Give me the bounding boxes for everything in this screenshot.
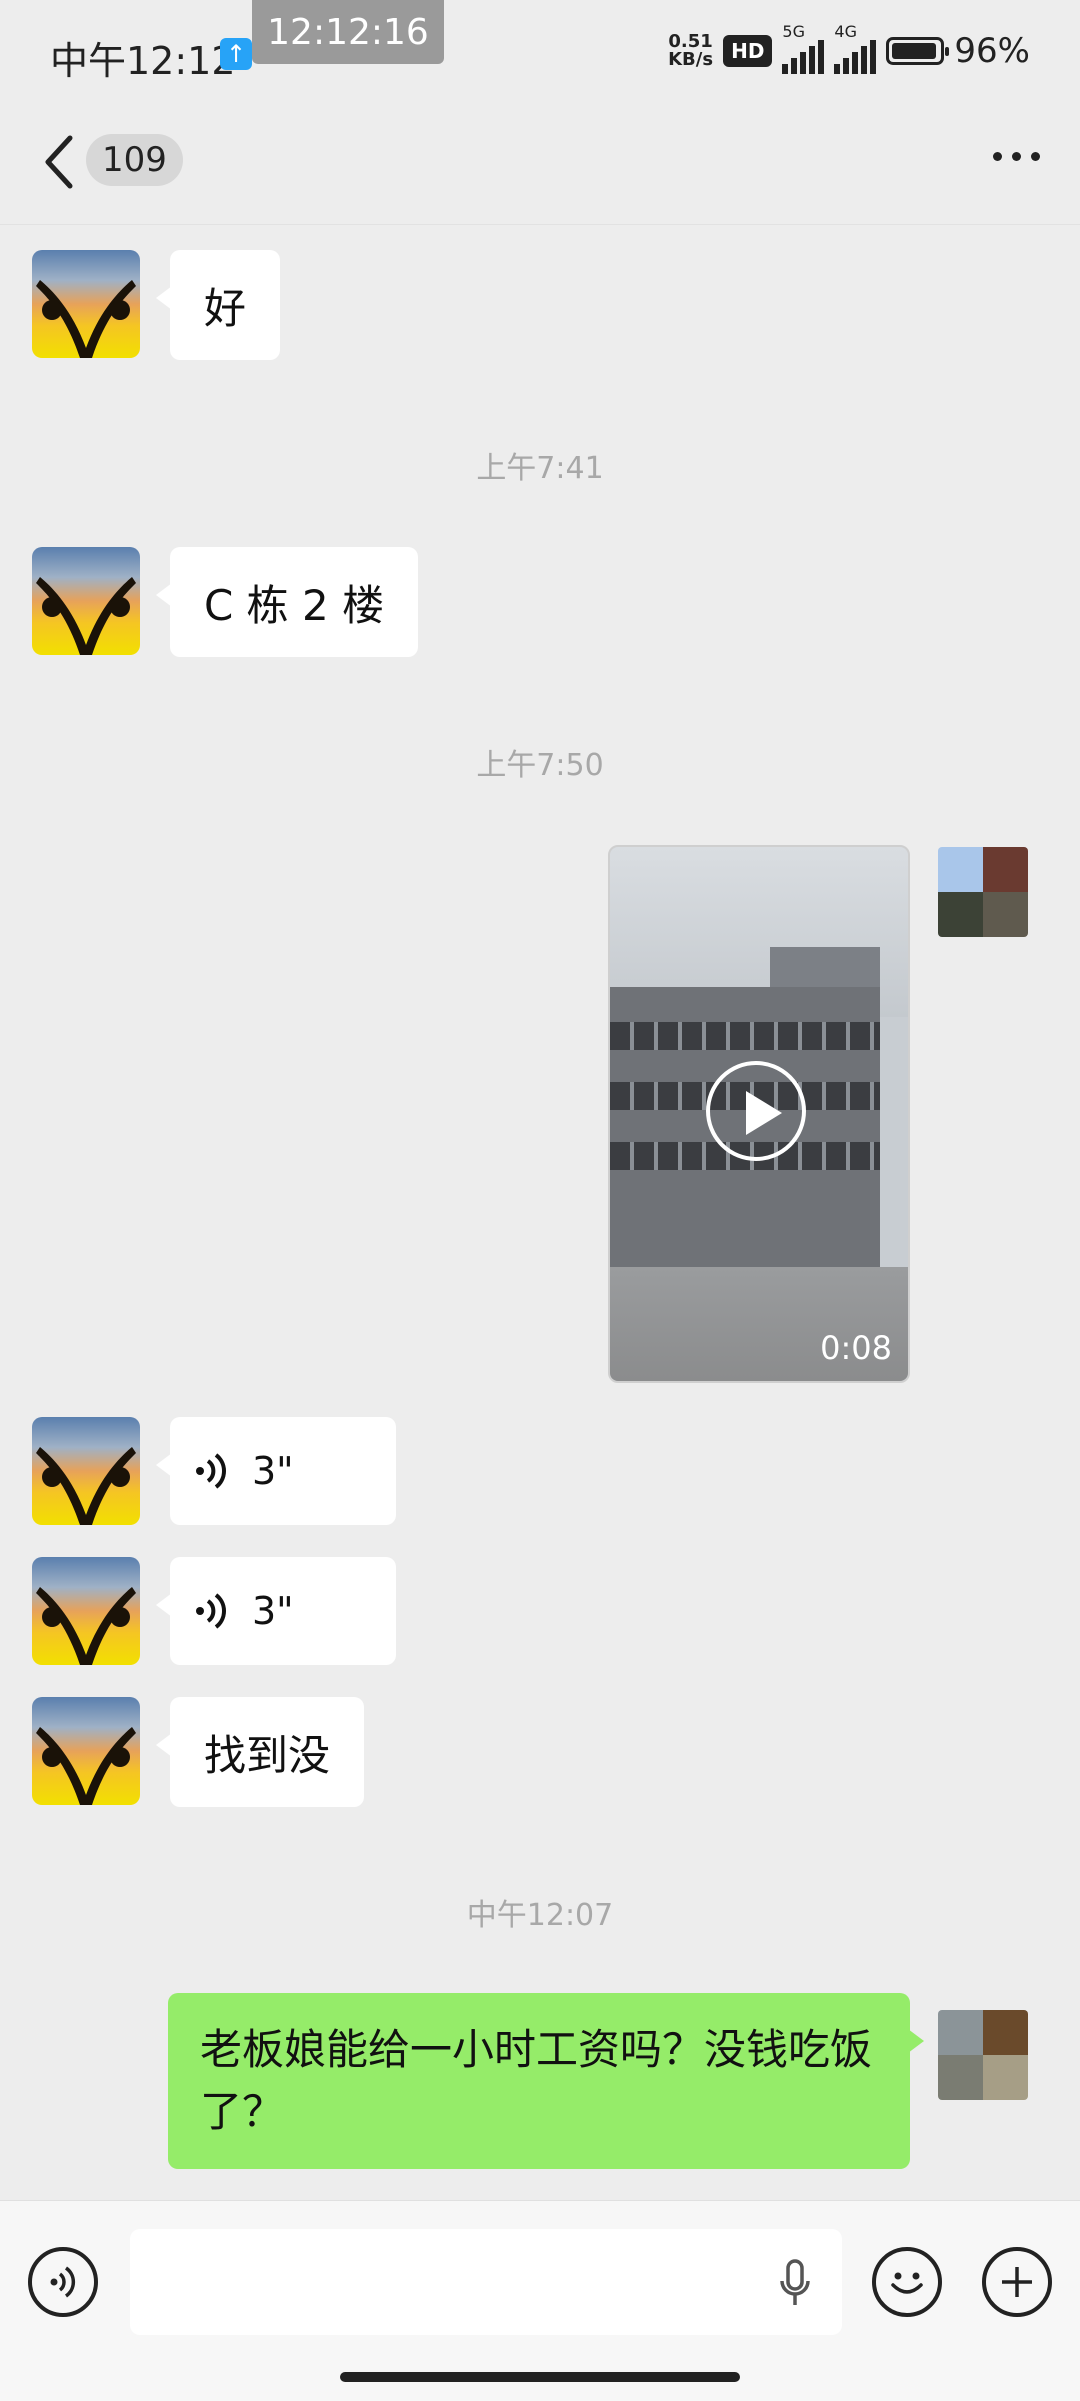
message-text: 老板娘能给一小时工资吗？没钱吃饭了？	[200, 2025, 873, 2136]
message-bubble[interactable]: C 栋 2 楼	[155, 547, 419, 657]
clock-overlay: 12:12:16	[252, 0, 444, 64]
plus-icon[interactable]	[982, 2247, 1052, 2317]
message-text: 找到没	[204, 1730, 331, 1780]
status-time: 中午12:12	[50, 39, 236, 83]
unread-count-badge[interactable]: 109	[86, 134, 183, 186]
message-list[interactable]: 好 上午7:41 C 栋 2 楼 上午7:50 0:08 3" 3" 找到没 中…	[0, 225, 1080, 2200]
status-right: 0.51 KB/s HD 5G 4G 96%	[668, 22, 1030, 74]
message-bubble[interactable]: 好	[155, 250, 281, 360]
chevron-left-icon[interactable]	[40, 134, 80, 190]
net-speed: 0.51 KB/s	[668, 33, 713, 69]
battery-percent: 96%	[954, 31, 1030, 71]
voice-message[interactable]: 3"	[156, 1557, 396, 1665]
video-duration: 0:08	[820, 1329, 892, 1367]
signal-5g-icon: 5G	[782, 22, 825, 74]
home-indicator[interactable]	[340, 2372, 740, 2382]
timestamp: 上午7:50	[476, 748, 604, 783]
input-bar	[0, 2200, 1080, 2401]
timestamp: 中午12:07	[466, 1898, 614, 1933]
contact-avatar[interactable]	[32, 1557, 140, 1665]
chat-header: 109	[0, 100, 1080, 225]
message-text: 好	[204, 283, 247, 333]
play-icon[interactable]	[706, 1061, 806, 1161]
message-input[interactable]	[130, 2229, 842, 2335]
net-speed-unit: KB/s	[668, 49, 714, 70]
my-avatar[interactable]	[938, 847, 1028, 937]
voice-wave-icon	[196, 1453, 226, 1489]
contact-avatar[interactable]	[32, 1697, 140, 1805]
sim2-label: 4G	[834, 22, 857, 41]
message-bubble-sent[interactable]: 老板娘能给一小时工资吗？没钱吃饭了？	[168, 1993, 924, 2169]
battery-icon	[886, 37, 950, 65]
message-text: C 栋 2 楼	[204, 580, 385, 630]
contact-avatar[interactable]	[32, 250, 140, 358]
message-bubble[interactable]: 找到没	[155, 1697, 365, 1807]
voice-message[interactable]: 3"	[156, 1417, 396, 1525]
sim1-label: 5G	[782, 22, 805, 41]
timestamp: 上午7:41	[476, 451, 604, 486]
emoji-icon[interactable]	[872, 2247, 942, 2317]
microphone-icon[interactable]	[778, 2259, 812, 2309]
voice-wave-icon	[196, 1593, 226, 1629]
my-avatar[interactable]	[938, 2010, 1028, 2100]
voice-duration: 3"	[252, 1449, 294, 1493]
voice-toggle-button[interactable]	[28, 2247, 98, 2317]
voice-duration: 3"	[252, 1589, 294, 1633]
signal-4g-icon: 4G	[834, 22, 877, 74]
upload-icon: ↑	[220, 38, 252, 70]
contact-avatar[interactable]	[32, 1417, 140, 1525]
hd-badge: HD	[723, 35, 773, 67]
contact-avatar[interactable]	[32, 547, 140, 655]
voice-wave-icon	[50, 2266, 76, 2298]
video-message[interactable]: 0:08	[608, 845, 910, 1383]
more-dots-icon[interactable]	[993, 152, 1040, 161]
status-bar: 中午12:12 ↑ 12:12:16 0.51 KB/s HD 5G 4G 96…	[0, 0, 1080, 100]
